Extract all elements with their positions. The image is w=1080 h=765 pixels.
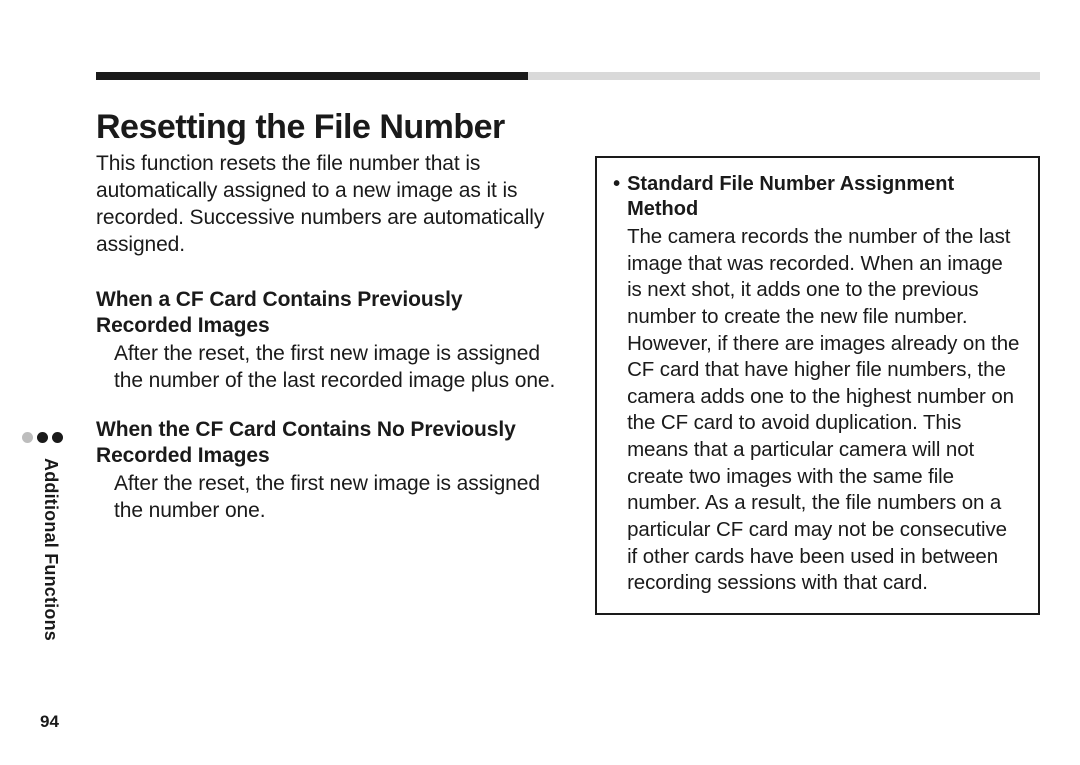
info-box-heading: • Standard File Number Assignment Method — [613, 172, 1022, 222]
info-box-body: The camera records the number of the las… — [627, 224, 1022, 597]
section-1: When a CF Card Contains Previously Recor… — [96, 287, 559, 395]
header-rule-light — [528, 72, 1040, 80]
header-rule-dark — [96, 72, 528, 80]
section-2-body: After the reset, the first new image is … — [114, 471, 559, 525]
section-2: When the CF Card Contains No Previously … — [96, 417, 559, 525]
page-number: 94 — [40, 712, 59, 732]
side-tab: Additional Functions — [40, 436, 61, 641]
page-title: Resetting the File Number — [96, 108, 559, 147]
bullet-icon: • — [613, 172, 627, 222]
header-rule — [96, 72, 1040, 80]
dot-black-icon — [52, 432, 63, 443]
content-columns: Resetting the File Number This function … — [96, 108, 1040, 615]
section-1-body: After the reset, the first new image is … — [114, 341, 559, 395]
info-box-heading-text: Standard File Number Assignment Method — [627, 172, 1022, 222]
intro-paragraph: This function resets the file number tha… — [96, 151, 559, 259]
left-column: Resetting the File Number This function … — [96, 108, 559, 615]
side-tab-label: Additional Functions — [40, 458, 61, 641]
info-box: • Standard File Number Assignment Method… — [595, 156, 1040, 615]
tab-indicator-dots — [22, 432, 63, 443]
dot-black-icon — [37, 432, 48, 443]
right-column: • Standard File Number Assignment Method… — [595, 108, 1040, 615]
dot-gray-icon — [22, 432, 33, 443]
manual-page: Resetting the File Number This function … — [0, 0, 1080, 765]
section-2-heading: When the CF Card Contains No Previously … — [96, 417, 559, 470]
section-1-heading: When a CF Card Contains Previously Recor… — [96, 287, 559, 340]
